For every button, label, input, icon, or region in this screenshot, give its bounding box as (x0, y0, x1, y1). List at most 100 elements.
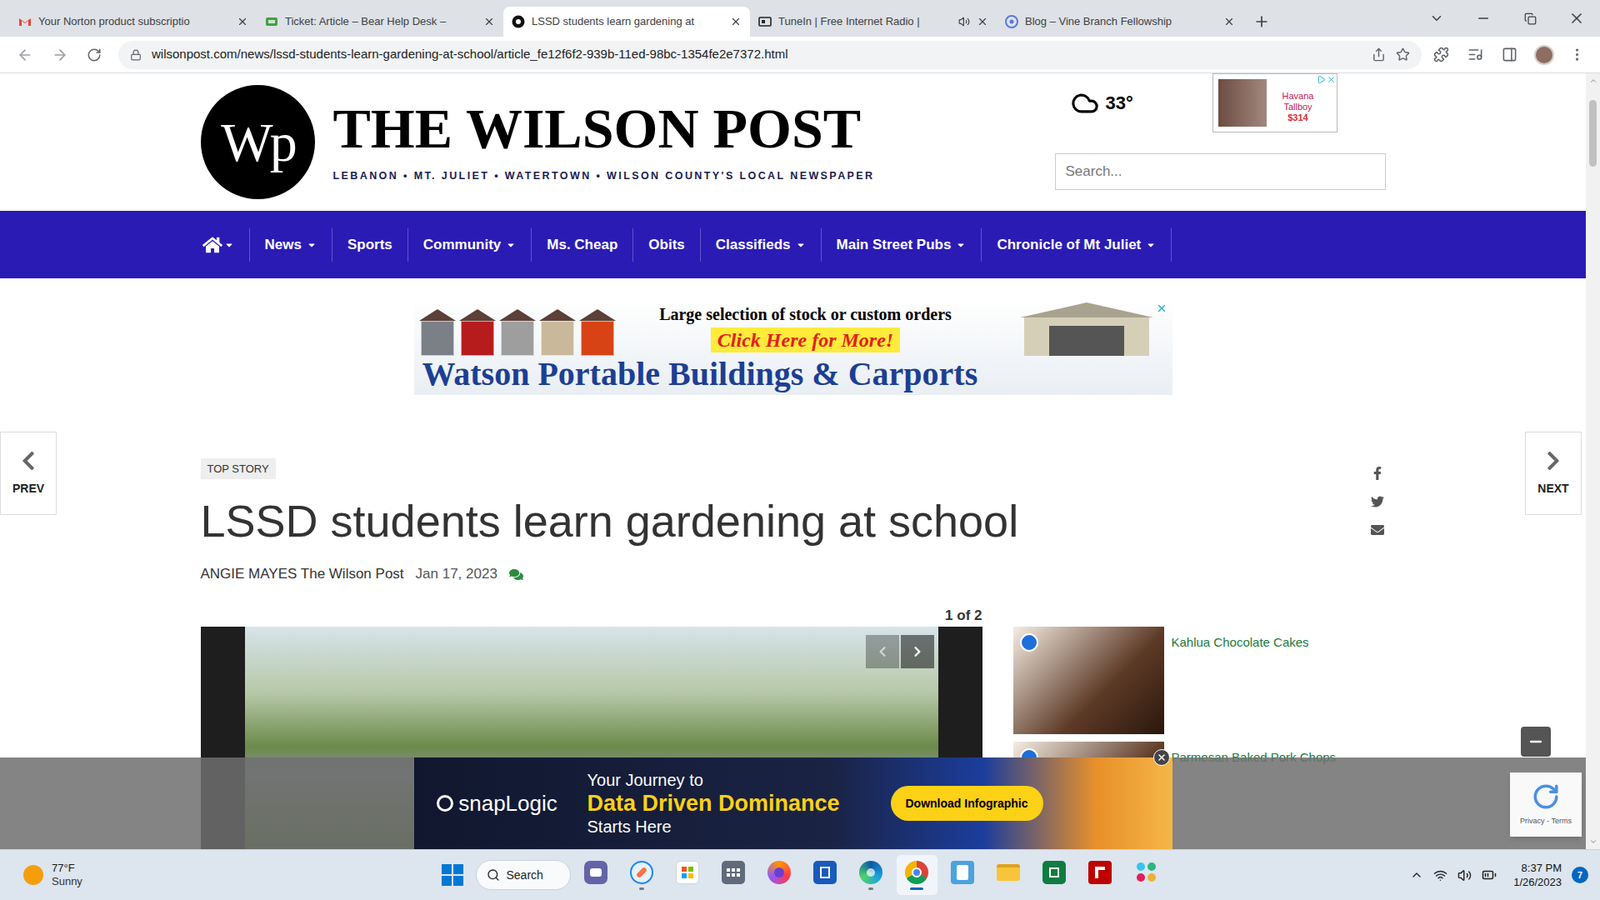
browser-tab[interactable]: TuneIn | Free Internet Radio | (750, 6, 997, 37)
taskbar-app[interactable] (621, 855, 663, 895)
ad-close-icon[interactable] (1155, 302, 1168, 315)
start-button[interactable] (434, 856, 471, 894)
clock[interactable]: 8:37 PM1/26/2023 (1513, 860, 1562, 890)
nav-item[interactable]: Chronicle of Mt Juliet (981, 228, 1172, 262)
header-ad[interactable]: Havana Tallboy$314 (1212, 73, 1338, 133)
facebook-icon[interactable] (1370, 466, 1385, 480)
back-icon[interactable] (16, 46, 34, 64)
gallery-next-button[interactable] (900, 635, 935, 669)
tray-overflow-icon[interactable] (1410, 868, 1424, 882)
close-tab-icon[interactable] (730, 15, 742, 28)
nav-item[interactable]: Main Street Pubs (821, 228, 983, 262)
profile-avatar[interactable] (1534, 45, 1555, 65)
recaptcha-badge[interactable]: Privacy - Terms (1510, 772, 1582, 837)
taskbar-weather[interactable]: 77°FSunny (0, 861, 435, 889)
scroll-up-icon[interactable] (1589, 76, 1598, 85)
omnibox[interactable]: wilsonpost.com/news/lssd-students-learn-… (118, 40, 1422, 70)
banner-ad[interactable]: Large selection of stock or custom order… (414, 299, 1173, 395)
close-tab-icon[interactable] (236, 15, 249, 28)
tab-title: LSSD students learn gardening at (531, 13, 724, 30)
taskbar-app[interactable] (713, 855, 755, 895)
browser-tab[interactable]: Ticket: Article – Bear Help Desk – (256, 6, 504, 37)
article-title: LSSD students learn gardening at school (200, 495, 1370, 547)
next-button[interactable]: NEXT (1525, 431, 1582, 515)
download-button[interactable]: Download Infographic (890, 785, 1044, 821)
site-logo[interactable]: WpTHE WILSON POSTLEBANON • MT. JULIET • … (200, 73, 875, 211)
word-icon (813, 860, 837, 885)
byline: ANGIE MAYES The Wilson PostJan 17, 2023 (200, 565, 1370, 583)
cloud-icon (1070, 89, 1100, 118)
ad-close-icon[interactable] (1326, 75, 1336, 85)
lock-icon[interactable] (130, 49, 142, 61)
scroll-thumb[interactable] (1589, 100, 1597, 167)
menu-icon[interactable] (1569, 46, 1585, 63)
sticky-ad[interactable]: snapLogicYour Journey toData Driven Domi… (414, 757, 1173, 850)
taskbar-app[interactable] (1080, 855, 1121, 895)
close-window-button[interactable] (1553, 0, 1600, 37)
nav-item[interactable]: Ms. Cheap (531, 228, 634, 262)
scrollbar[interactable] (1585, 73, 1600, 850)
audio-icon[interactable] (958, 15, 970, 28)
nav-item[interactable]: Classifieds (700, 228, 822, 262)
taskbar-app[interactable] (667, 855, 709, 895)
taskbar-app[interactable] (850, 855, 892, 895)
taskbar-app[interactable] (1034, 855, 1075, 895)
top-story-badge[interactable]: TOP STORY (200, 458, 276, 480)
browser-tab[interactable]: Your Norton product subscriptio (10, 6, 257, 37)
reload-icon[interactable] (86, 47, 102, 63)
slack-icon (1134, 860, 1158, 885)
adchoices-icon[interactable] (1316, 75, 1326, 85)
windows-icon (441, 864, 464, 886)
taskbar-app[interactable] (896, 855, 938, 895)
author[interactable]: ANGIE MAYES The Wilson Post (200, 565, 405, 583)
new-tab-button[interactable] (1246, 6, 1277, 37)
chevron-down-icon (1429, 10, 1445, 26)
prev-button[interactable]: PREV (0, 431, 57, 515)
minus-icon (1527, 733, 1545, 750)
nav-item[interactable]: Sports (332, 228, 409, 262)
running-indicator (639, 887, 645, 890)
close-ad-button[interactable] (1153, 749, 1170, 766)
taskbar-app[interactable] (942, 855, 984, 895)
wifi-icon[interactable] (1433, 868, 1448, 883)
taskbar-app[interactable] (575, 855, 617, 895)
nav-item[interactable]: Obits (633, 228, 700, 262)
volume-icon[interactable] (1457, 868, 1472, 883)
battery-icon[interactable] (1481, 867, 1497, 883)
close-tab-icon[interactable] (483, 15, 495, 28)
comments-icon[interactable] (509, 567, 524, 582)
home-nav-item[interactable] (200, 228, 250, 262)
minimize-button[interactable] (1460, 0, 1507, 37)
close-tab-icon[interactable] (1223, 15, 1235, 28)
gallery-prev-button[interactable] (865, 635, 900, 669)
browser-tab[interactable]: Blog – Vine Branch Fellowship (996, 6, 1244, 37)
scroll-down-icon[interactable] (1589, 837, 1598, 846)
email-icon[interactable] (1370, 523, 1385, 537)
search-field[interactable]: Search... (1055, 153, 1386, 190)
nav-item[interactable]: Community (408, 228, 533, 262)
wilsonpost-icon (511, 15, 525, 29)
taskbar-app[interactable] (988, 855, 1030, 895)
forward-icon[interactable] (51, 46, 69, 64)
nav-item[interactable]: News (250, 228, 333, 262)
browser-tab[interactable]: LSSD students learn gardening at (503, 6, 750, 37)
notification-badge[interactable]: 7 (1571, 866, 1589, 884)
weather[interactable]: 33° (1055, 89, 1134, 118)
extensions-icon[interactable] (1433, 46, 1450, 63)
share-icon[interactable] (1371, 47, 1386, 62)
taskbar-app[interactable] (1125, 855, 1167, 895)
restore-button[interactable] (1506, 0, 1554, 37)
restore-icon (1524, 12, 1537, 25)
collapse-ad-button[interactable] (1520, 726, 1551, 757)
twitter-icon[interactable] (1370, 495, 1385, 509)
bookmark-star-icon[interactable] (1395, 47, 1410, 62)
close-tab-icon[interactable] (976, 15, 989, 28)
taskbar-search[interactable]: Search (475, 860, 571, 890)
taskbar-app[interactable] (805, 855, 846, 895)
caret-icon (795, 240, 806, 250)
tab-search-button[interactable] (1413, 0, 1460, 37)
media-control-icon[interactable] (1467, 46, 1484, 63)
side-panel-icon[interactable] (1501, 46, 1518, 63)
taskbar-app[interactable] (759, 855, 800, 895)
sidebar-item[interactable]: Kahlua Chocolate Cakes (1013, 626, 1364, 735)
